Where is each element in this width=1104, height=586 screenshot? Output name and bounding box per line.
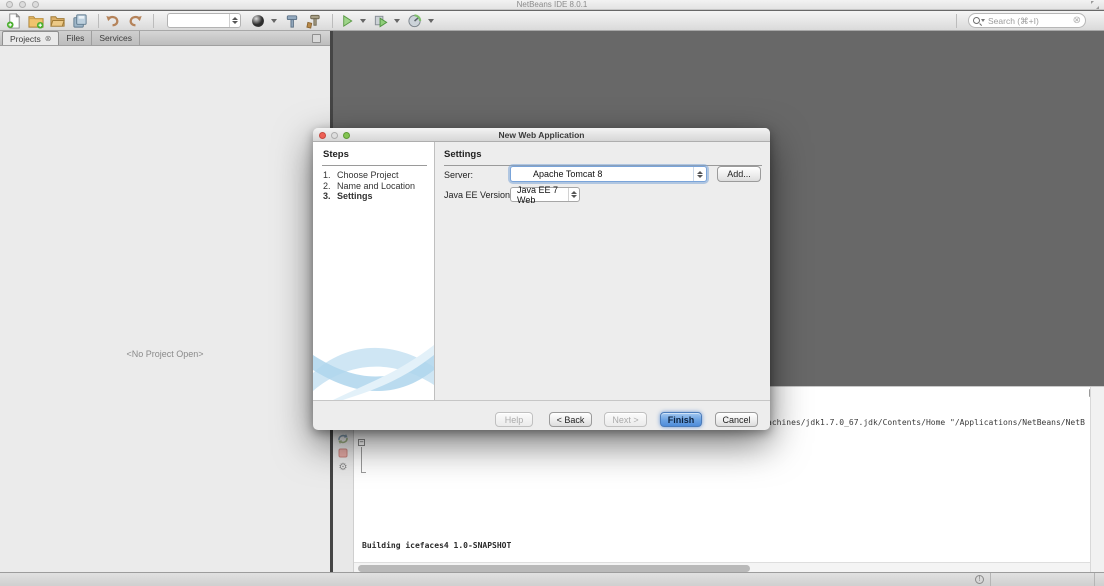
console-line-list: Building icefaces4 1.0-SNAPSHOT --------… xyxy=(362,500,1085,562)
combobox-stepper-icon xyxy=(568,188,579,201)
steps-header: Steps xyxy=(323,149,349,160)
help-button[interactable]: Help xyxy=(495,412,533,427)
fold-guide-line xyxy=(361,447,366,473)
wizard-watermark-image xyxy=(313,325,434,400)
stop-build-icon[interactable] xyxy=(336,447,350,459)
fold-collapse-icon[interactable]: − xyxy=(358,439,365,446)
server-combobox[interactable]: Apache Tomcat 8 xyxy=(510,166,707,182)
build-project-icon[interactable] xyxy=(283,12,301,30)
step-number: 1. xyxy=(323,170,337,181)
wizard-step: 2.Name and Location xyxy=(323,181,415,192)
tab-projects[interactable]: Projects ⊗ xyxy=(2,31,59,45)
wizard-steps-list: 1.Choose Project 2.Name and Location 3.S… xyxy=(323,170,415,202)
step-label: Choose Project xyxy=(337,170,399,181)
new-project-icon[interactable] xyxy=(27,12,45,30)
navigator-tabstrip: Projects ⊗ Files Services xyxy=(0,31,330,46)
output-vertical-scrollbar[interactable] xyxy=(1090,387,1104,573)
float-window-icon[interactable] xyxy=(312,34,321,43)
dialog-button-bar: Help < Back Next > Finish Cancel xyxy=(313,400,770,430)
zoom-window-icon[interactable] xyxy=(32,1,39,8)
chevron-down-icon[interactable] xyxy=(394,19,400,23)
close-window-icon[interactable] xyxy=(6,1,13,8)
chevron-down-icon[interactable] xyxy=(271,19,277,23)
search-scope-caret-icon[interactable] xyxy=(981,19,985,22)
redo-icon[interactable] xyxy=(126,12,144,30)
fullscreen-icon[interactable] xyxy=(1091,1,1099,9)
quick-search-box[interactable]: ⊗ xyxy=(968,13,1086,28)
rerun-build-icon[interactable] xyxy=(336,433,350,445)
step-number: 2. xyxy=(323,181,337,192)
dialog-titlebar[interactable]: New Web Application xyxy=(313,128,770,142)
open-project-icon[interactable] xyxy=(49,12,67,30)
globe-icon[interactable] xyxy=(249,12,267,30)
minimize-window-icon[interactable] xyxy=(19,1,26,8)
next-button[interactable]: Next > xyxy=(604,412,647,427)
wizard-content-panel: Settings Server: Apache Tomcat 8 Add... … xyxy=(436,142,770,400)
server-value: Apache Tomcat 8 xyxy=(511,169,602,179)
finish-button[interactable]: Finish xyxy=(660,412,702,427)
console-hidden-lines xyxy=(362,448,1085,479)
tab-label: Files xyxy=(66,33,84,43)
chevron-down-icon[interactable] xyxy=(428,19,434,23)
tab-label: Projects xyxy=(10,34,41,44)
chevron-down-icon[interactable] xyxy=(360,19,366,23)
tab-label: Services xyxy=(99,33,132,43)
save-all-icon[interactable] xyxy=(71,12,89,30)
toolbar-separator xyxy=(956,14,957,28)
tab-services[interactable]: Services xyxy=(92,31,140,45)
step-number: 3. xyxy=(323,191,337,202)
options-gears-icon[interactable]: ⚙ xyxy=(336,461,350,473)
javaee-version-label: Java EE Version: xyxy=(444,190,513,200)
project-configuration-combobox[interactable] xyxy=(167,13,241,28)
no-project-open-text: <No Project Open> xyxy=(0,349,330,359)
console-line: Building icefaces4 1.0-SNAPSHOT xyxy=(362,541,1085,551)
new-file-icon[interactable] xyxy=(5,12,23,30)
scrollbar-thumb[interactable] xyxy=(358,565,750,572)
wizard-steps-panel: Steps 1.Choose Project 2.Name and Locati… xyxy=(313,142,435,400)
main-toolbar: ⊗ xyxy=(0,11,1104,31)
wizard-step: 1.Choose Project xyxy=(323,170,415,181)
minimize-dialog-icon[interactable] xyxy=(331,132,338,139)
undo-icon[interactable] xyxy=(104,12,122,30)
steps-header-rule xyxy=(322,165,427,166)
statusbar-divider xyxy=(1094,573,1095,586)
javaee-version-value: Java EE 7 Web xyxy=(511,185,568,205)
run-project-icon[interactable] xyxy=(338,12,356,30)
tab-files[interactable]: Files xyxy=(59,31,92,45)
wizard-step: 3.Settings xyxy=(323,191,415,202)
clear-search-icon[interactable]: ⊗ xyxy=(1073,16,1081,26)
projects-panel[interactable]: <No Project Open> xyxy=(0,46,330,572)
debug-project-icon[interactable] xyxy=(372,12,390,30)
combobox-stepper-icon xyxy=(693,167,706,181)
step-label: Settings xyxy=(337,191,373,202)
window-titlebar: NetBeans IDE 8.0.1 xyxy=(0,0,1104,10)
toolbar-separator xyxy=(98,14,99,28)
close-tab-icon[interactable]: ⊗ xyxy=(45,34,52,43)
search-input[interactable] xyxy=(988,16,1073,26)
combobox-stepper-icon xyxy=(229,14,240,27)
statusbar-divider xyxy=(990,573,991,586)
search-icon xyxy=(973,17,980,24)
new-web-application-dialog: New Web Application Steps 1.Choose Proje… xyxy=(313,128,770,430)
dialog-title: New Web Application xyxy=(313,128,770,142)
status-bar: ! xyxy=(0,572,1104,586)
toolbar-separator xyxy=(332,14,333,28)
toolbar-separator xyxy=(153,14,154,28)
window-traffic-lights xyxy=(6,1,39,8)
add-server-button[interactable]: Add... xyxy=(717,166,761,182)
cancel-button[interactable]: Cancel xyxy=(715,412,758,427)
javaee-version-combobox[interactable]: Java EE 7 Web xyxy=(510,187,580,202)
zoom-dialog-icon[interactable] xyxy=(343,132,350,139)
notifications-icon[interactable]: ! xyxy=(975,575,984,584)
step-label: Name and Location xyxy=(337,181,415,192)
profile-project-icon[interactable] xyxy=(406,12,424,30)
window-title: NetBeans IDE 8.0.1 xyxy=(0,0,1104,10)
clean-build-project-icon[interactable] xyxy=(305,12,323,30)
back-button[interactable]: < Back xyxy=(549,412,592,427)
close-dialog-icon[interactable] xyxy=(319,132,326,139)
settings-header: Settings xyxy=(444,149,481,160)
dialog-traffic-lights xyxy=(319,132,350,139)
server-label: Server: xyxy=(444,170,473,180)
